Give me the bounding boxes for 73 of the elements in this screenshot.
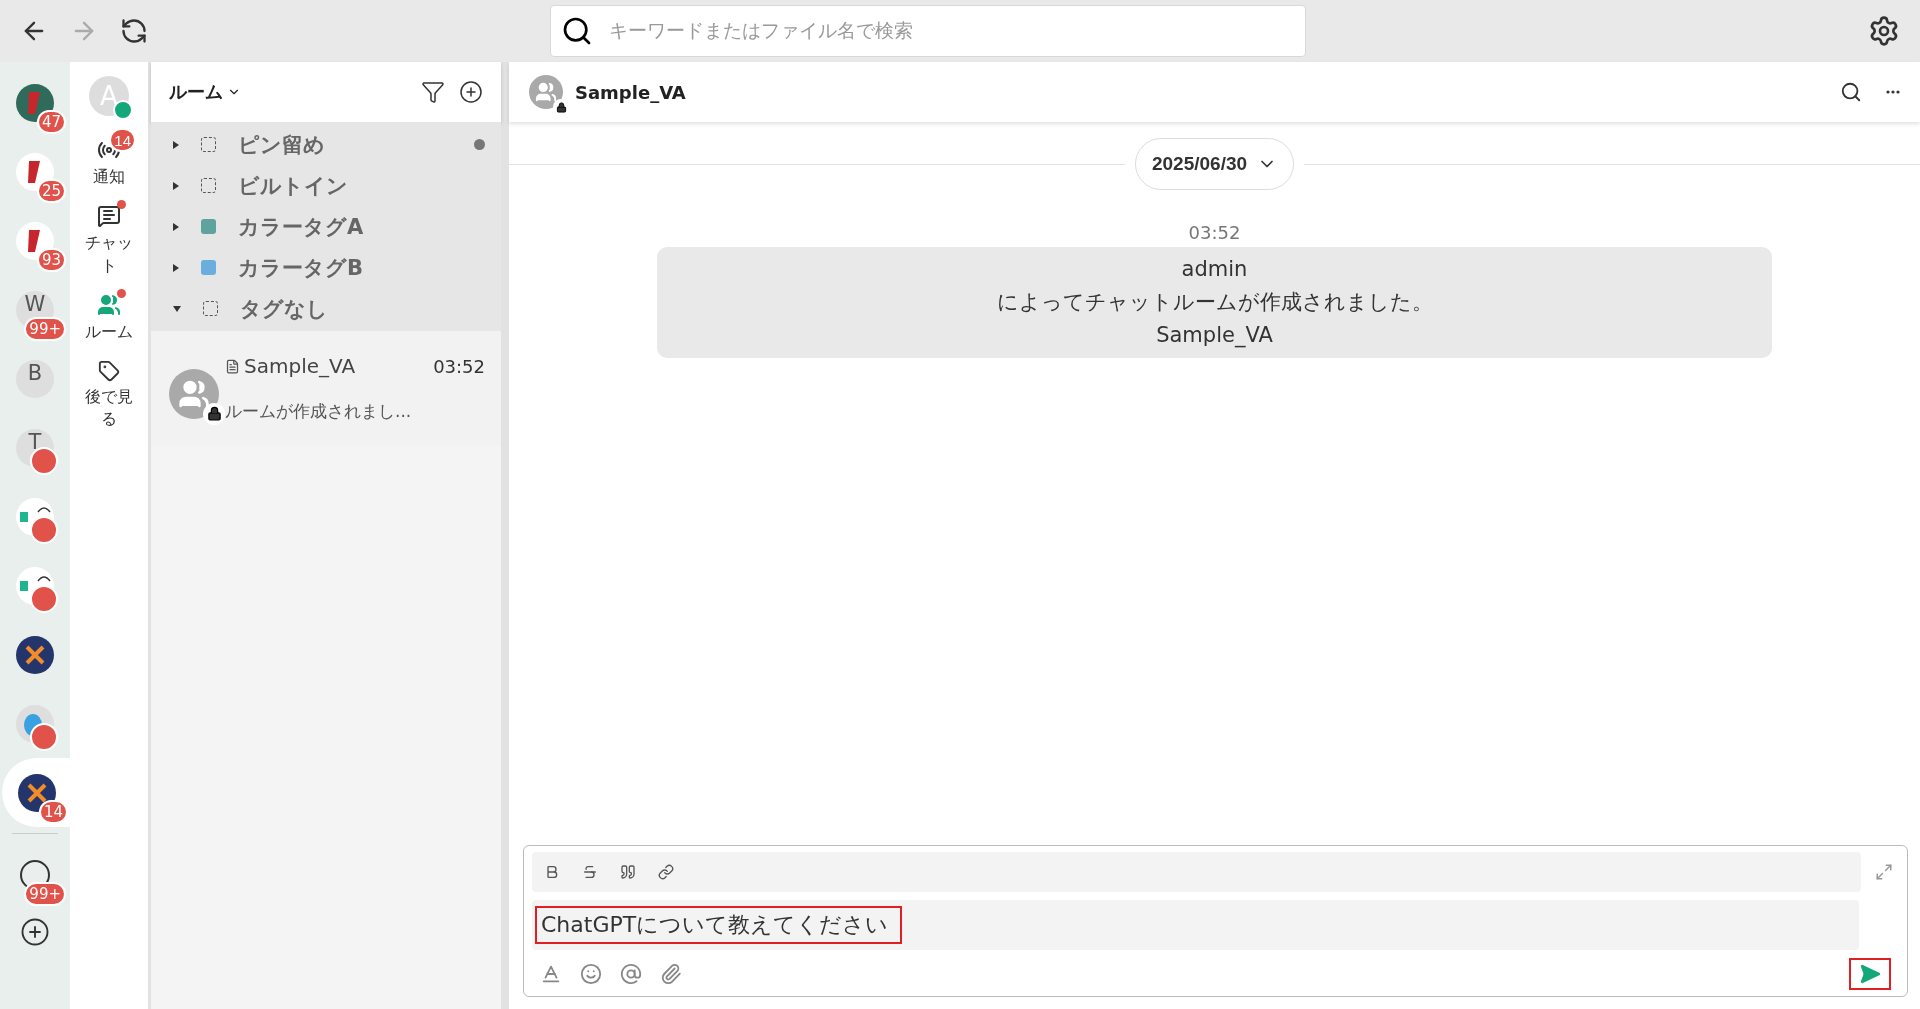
strikethrough-button[interactable] <box>582 864 598 880</box>
lock-icon <box>203 402 225 425</box>
filter-button[interactable] <box>421 80 445 104</box>
group-row[interactable]: ピン留め <box>151 124 501 165</box>
mention-button[interactable] <box>620 963 642 985</box>
emoji-button[interactable] <box>580 963 602 985</box>
link-button[interactable] <box>658 864 674 880</box>
group-label: カラータグB <box>238 254 364 282</box>
group-avatar <box>529 75 563 109</box>
add-button[interactable] <box>20 917 50 947</box>
room-time: 03:52 <box>433 355 485 377</box>
group-label: カラータグA <box>238 213 365 241</box>
text-format-button[interactable] <box>540 963 562 985</box>
more-icon <box>1886 90 1900 94</box>
tag-icon <box>201 137 216 152</box>
group-label: ビルトイン <box>238 172 349 200</box>
workspace-item[interactable]: 99+ <box>0 840 70 909</box>
workspace-item[interactable]: 25 <box>0 137 70 206</box>
workspace-item[interactable]: B <box>0 344 70 413</box>
nav-item[interactable]: 後で見る <box>74 351 144 439</box>
count-badge: 99+ <box>24 317 66 341</box>
workspace-item[interactable]: T <box>0 413 70 482</box>
search-icon <box>561 15 593 47</box>
send-icon <box>1859 963 1881 985</box>
lock-icon <box>553 99 569 115</box>
room-preview: ルームが作成されまし... <box>225 400 413 423</box>
workspace-item[interactable]: W 99+ <box>0 275 70 344</box>
count-badge: 14 <box>109 128 136 152</box>
group-label: ピン留め <box>238 131 326 159</box>
count-badge: 14 <box>38 800 68 824</box>
nav-item[interactable]: 通知 14 <box>74 130 144 197</box>
people-icon <box>97 293 121 318</box>
message-line: によってチャットルームが作成されました。 <box>996 289 1433 316</box>
more-button[interactable] <box>1886 90 1900 94</box>
quote-button[interactable] <box>620 864 636 880</box>
date-dropdown[interactable]: 2025/06/30 <box>1134 138 1295 190</box>
tag-icon <box>201 178 216 193</box>
message-line: Sample_VA <box>1156 322 1273 350</box>
group-row[interactable]: ビルトイン <box>151 165 501 206</box>
workspace-item[interactable]: 47 <box>0 68 70 137</box>
tag-icon <box>98 359 120 382</box>
search-button[interactable] <box>1840 81 1862 103</box>
draft-icon <box>225 358 240 374</box>
count-badge: 99+ <box>24 882 66 906</box>
rooms-dropdown[interactable]: ルーム <box>169 80 241 104</box>
settings-button[interactable] <box>1868 15 1900 47</box>
count-badge: 25 <box>36 179 66 203</box>
chat-title: Sample_VA <box>575 81 686 103</box>
group-avatar <box>169 368 219 419</box>
search-bar[interactable]: キーワードまたはファイル名で検索 <box>550 5 1306 57</box>
refresh-button[interactable] <box>120 17 148 45</box>
bold-button[interactable] <box>544 864 560 880</box>
message-time: 03:52 <box>1188 222 1241 243</box>
count-badge: 93 <box>36 248 66 272</box>
group-row[interactable]: カラータグA <box>151 206 501 247</box>
group-row[interactable]: カラータグB <box>151 247 501 288</box>
attach-button[interactable] <box>660 963 682 985</box>
group-row[interactable]: タグなし <box>151 288 501 329</box>
logo-icon <box>16 635 54 674</box>
workspace-item[interactable]: 93 <box>0 206 70 275</box>
tag-icon <box>203 301 218 316</box>
add-room-button[interactable] <box>459 80 483 104</box>
avatar-letter: B <box>16 359 54 398</box>
group-label: タグなし <box>240 295 329 323</box>
message-input[interactable]: ChatGPTについて教えてください <box>535 906 902 944</box>
count-badge: 47 <box>36 110 66 134</box>
nav-item[interactable]: ルーム <box>74 285 144 352</box>
message-line: admin <box>1181 256 1248 283</box>
room-name: Sample_VA <box>244 354 357 378</box>
chat-icon <box>97 204 121 229</box>
nav-item[interactable]: チャット <box>74 196 144 286</box>
workspace-item[interactable]: 14 <box>2 758 72 827</box>
send-button[interactable] <box>1849 958 1891 990</box>
